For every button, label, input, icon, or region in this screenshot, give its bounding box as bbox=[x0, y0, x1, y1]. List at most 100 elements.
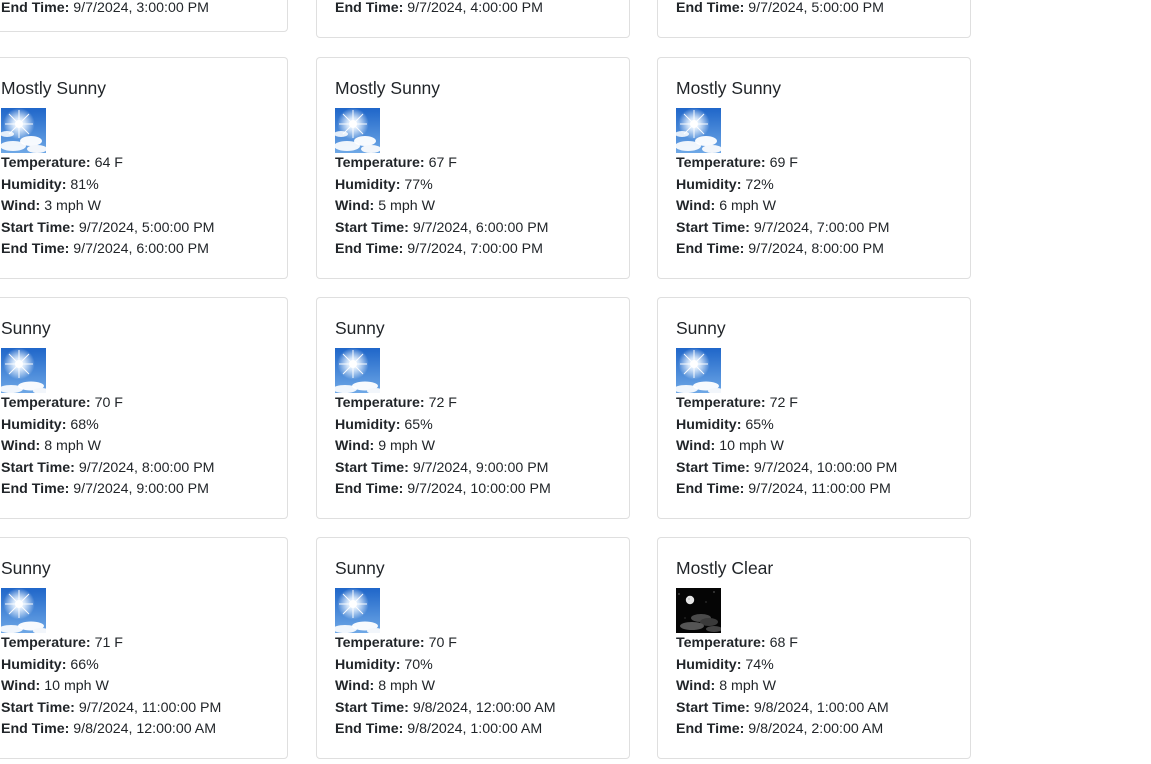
end-time-value: 9/8/2024, 12:00:00 AM bbox=[73, 721, 217, 737]
wind-row: Wind: 9 mph W bbox=[335, 436, 551, 458]
end-time-row: End Time: 9/7/2024, 9:00:00 PM bbox=[1, 479, 214, 501]
humidity-label: Humidity: bbox=[335, 656, 401, 673]
wind-label: Wind: bbox=[676, 438, 716, 454]
end-time-label: End Time: bbox=[1, 241, 70, 257]
wind-value: 5 mph W bbox=[378, 198, 435, 214]
wind-value: 8 mph W bbox=[44, 438, 101, 454]
wind-label: Wind: bbox=[1, 678, 41, 694]
humidity-value: 74% bbox=[745, 656, 774, 673]
wind-label: Wind: bbox=[335, 198, 375, 214]
end-time-label: End Time: bbox=[1, 481, 70, 497]
sunny-icon bbox=[335, 348, 380, 393]
wind-label: Wind: bbox=[676, 678, 716, 694]
temperature-row: Temperature: 70 F bbox=[335, 633, 556, 655]
mostly-clear-night-icon bbox=[676, 588, 721, 633]
wind-label: Wind: bbox=[676, 198, 716, 214]
card-fields: End Time: 9/7/2024, 5:00:00 PM bbox=[676, 0, 884, 20]
temperature-row: Temperature: 72 F bbox=[676, 393, 897, 415]
end-time-label: End Time: bbox=[676, 0, 745, 16]
end-time-row: End Time: 9/7/2024, 5:00:00 PM bbox=[676, 0, 884, 20]
wind-row: Wind: 8 mph W bbox=[676, 676, 889, 698]
end-time-label: End Time: bbox=[335, 481, 404, 497]
start-time-row: Start Time: 9/7/2024, 5:00:00 PM bbox=[1, 218, 214, 240]
humidity-value: 72% bbox=[745, 176, 774, 193]
wind-value: 10 mph W bbox=[719, 438, 784, 454]
humidity-value: 77% bbox=[404, 176, 433, 193]
end-time-row: End Time: 9/7/2024, 3:00:00 PM bbox=[1, 0, 209, 20]
end-time-row: End Time: 9/8/2024, 1:00:00 AM bbox=[335, 719, 556, 741]
wind-value: 8 mph W bbox=[719, 678, 776, 694]
card-fields: Temperature: 69 F Humidity: 72% Wind: 6 … bbox=[676, 153, 889, 261]
start-time-label: Start Time: bbox=[1, 219, 75, 236]
start-time-label: Start Time: bbox=[335, 219, 409, 236]
end-time-row: End Time: 9/7/2024, 4:00:00 PM bbox=[335, 0, 543, 20]
start-time-label: Start Time: bbox=[1, 699, 75, 716]
forecast-title: Sunny bbox=[1, 558, 51, 578]
temperature-row: Temperature: 71 F bbox=[1, 633, 221, 655]
temperature-label: Temperature: bbox=[335, 635, 425, 651]
humidity-row: Humidity: 66% bbox=[1, 655, 221, 677]
card-fields: Temperature: 72 F Humidity: 65% Wind: 9 … bbox=[335, 393, 551, 501]
sunny-icon bbox=[1, 588, 46, 633]
end-time-value: 9/7/2024, 4:00:00 PM bbox=[407, 0, 543, 16]
forecast-title: Mostly Sunny bbox=[335, 78, 441, 98]
humidity-label: Humidity: bbox=[1, 176, 67, 193]
mostly-sunny-icon bbox=[335, 108, 380, 153]
end-time-row: End Time: 9/7/2024, 6:00:00 PM bbox=[1, 239, 214, 261]
humidity-row: Humidity: 81% bbox=[1, 175, 214, 197]
forecast-card: End Time: 9/7/2024, 3:00:00 PM bbox=[0, 0, 288, 32]
humidity-value: 65% bbox=[404, 416, 433, 433]
temperature-value: 67 F bbox=[428, 155, 457, 171]
temperature-value: 71 F bbox=[94, 635, 123, 651]
humidity-value: 70% bbox=[404, 656, 433, 673]
start-time-value: 9/7/2024, 10:00:00 PM bbox=[753, 459, 898, 476]
temperature-label: Temperature: bbox=[1, 155, 91, 171]
forecast-card: Mostly Clear Temperature: 68 F Humidity:… bbox=[657, 537, 971, 759]
temperature-value: 70 F bbox=[428, 635, 457, 651]
wind-row: Wind: 5 mph W bbox=[335, 196, 548, 218]
end-time-value: 9/7/2024, 6:00:00 PM bbox=[73, 241, 209, 257]
humidity-row: Humidity: 77% bbox=[335, 175, 548, 197]
forecast-card: Sunny Temperature: 70 F Humidity: 70% Wi… bbox=[316, 537, 630, 759]
mostly-sunny-icon bbox=[676, 108, 721, 153]
card-fields: End Time: 9/7/2024, 4:00:00 PM bbox=[335, 0, 543, 20]
start-time-value: 9/7/2024, 7:00:00 PM bbox=[753, 219, 890, 236]
forecast-grid: End Time: 9/7/2024, 3:00:00 PM End Time:… bbox=[0, 0, 1151, 764]
end-time-value: 9/7/2024, 9:00:00 PM bbox=[73, 481, 209, 497]
forecast-card: End Time: 9/7/2024, 5:00:00 PM bbox=[657, 0, 971, 38]
mostly-sunny-icon bbox=[1, 108, 46, 153]
end-time-row: End Time: 9/8/2024, 2:00:00 AM bbox=[676, 719, 889, 741]
forecast-card: Sunny Temperature: 70 F Humidity: 68% Wi… bbox=[0, 297, 288, 519]
forecast-card: Mostly Sunny Temperature: 64 F Humidity:… bbox=[0, 57, 288, 279]
start-time-value: 9/7/2024, 8:00:00 PM bbox=[78, 459, 215, 476]
forecast-title: Mostly Sunny bbox=[1, 78, 107, 98]
temperature-label: Temperature: bbox=[676, 635, 766, 651]
start-time-label: Start Time: bbox=[676, 219, 750, 236]
start-time-label: Start Time: bbox=[676, 699, 750, 716]
wind-label: Wind: bbox=[1, 198, 41, 214]
end-time-row: End Time: 9/7/2024, 8:00:00 PM bbox=[676, 239, 889, 261]
end-time-label: End Time: bbox=[676, 241, 745, 257]
temperature-row: Temperature: 70 F bbox=[1, 393, 214, 415]
temperature-value: 64 F bbox=[94, 155, 123, 171]
humidity-value: 68% bbox=[70, 416, 99, 433]
end-time-label: End Time: bbox=[1, 721, 70, 737]
wind-row: Wind: 8 mph W bbox=[1, 436, 214, 458]
humidity-label: Humidity: bbox=[1, 656, 67, 673]
temperature-label: Temperature: bbox=[676, 395, 766, 411]
start-time-label: Start Time: bbox=[676, 459, 750, 476]
temperature-value: 69 F bbox=[769, 155, 798, 171]
start-time-label: Start Time: bbox=[335, 699, 409, 716]
temperature-row: Temperature: 68 F bbox=[676, 633, 889, 655]
end-time-value: 9/7/2024, 8:00:00 PM bbox=[748, 241, 884, 257]
wind-value: 6 mph W bbox=[719, 198, 776, 214]
end-time-row: End Time: 9/7/2024, 7:00:00 PM bbox=[335, 239, 548, 261]
card-fields: Temperature: 72 F Humidity: 65% Wind: 10… bbox=[676, 393, 897, 501]
humidity-label: Humidity: bbox=[335, 176, 401, 193]
start-time-row: Start Time: 9/7/2024, 9:00:00 PM bbox=[335, 458, 551, 480]
start-time-label: Start Time: bbox=[1, 459, 75, 476]
end-time-row: End Time: 9/8/2024, 12:00:00 AM bbox=[1, 719, 221, 741]
wind-row: Wind: 8 mph W bbox=[335, 676, 556, 698]
wind-label: Wind: bbox=[1, 438, 41, 454]
temperature-row: Temperature: 69 F bbox=[676, 153, 889, 175]
